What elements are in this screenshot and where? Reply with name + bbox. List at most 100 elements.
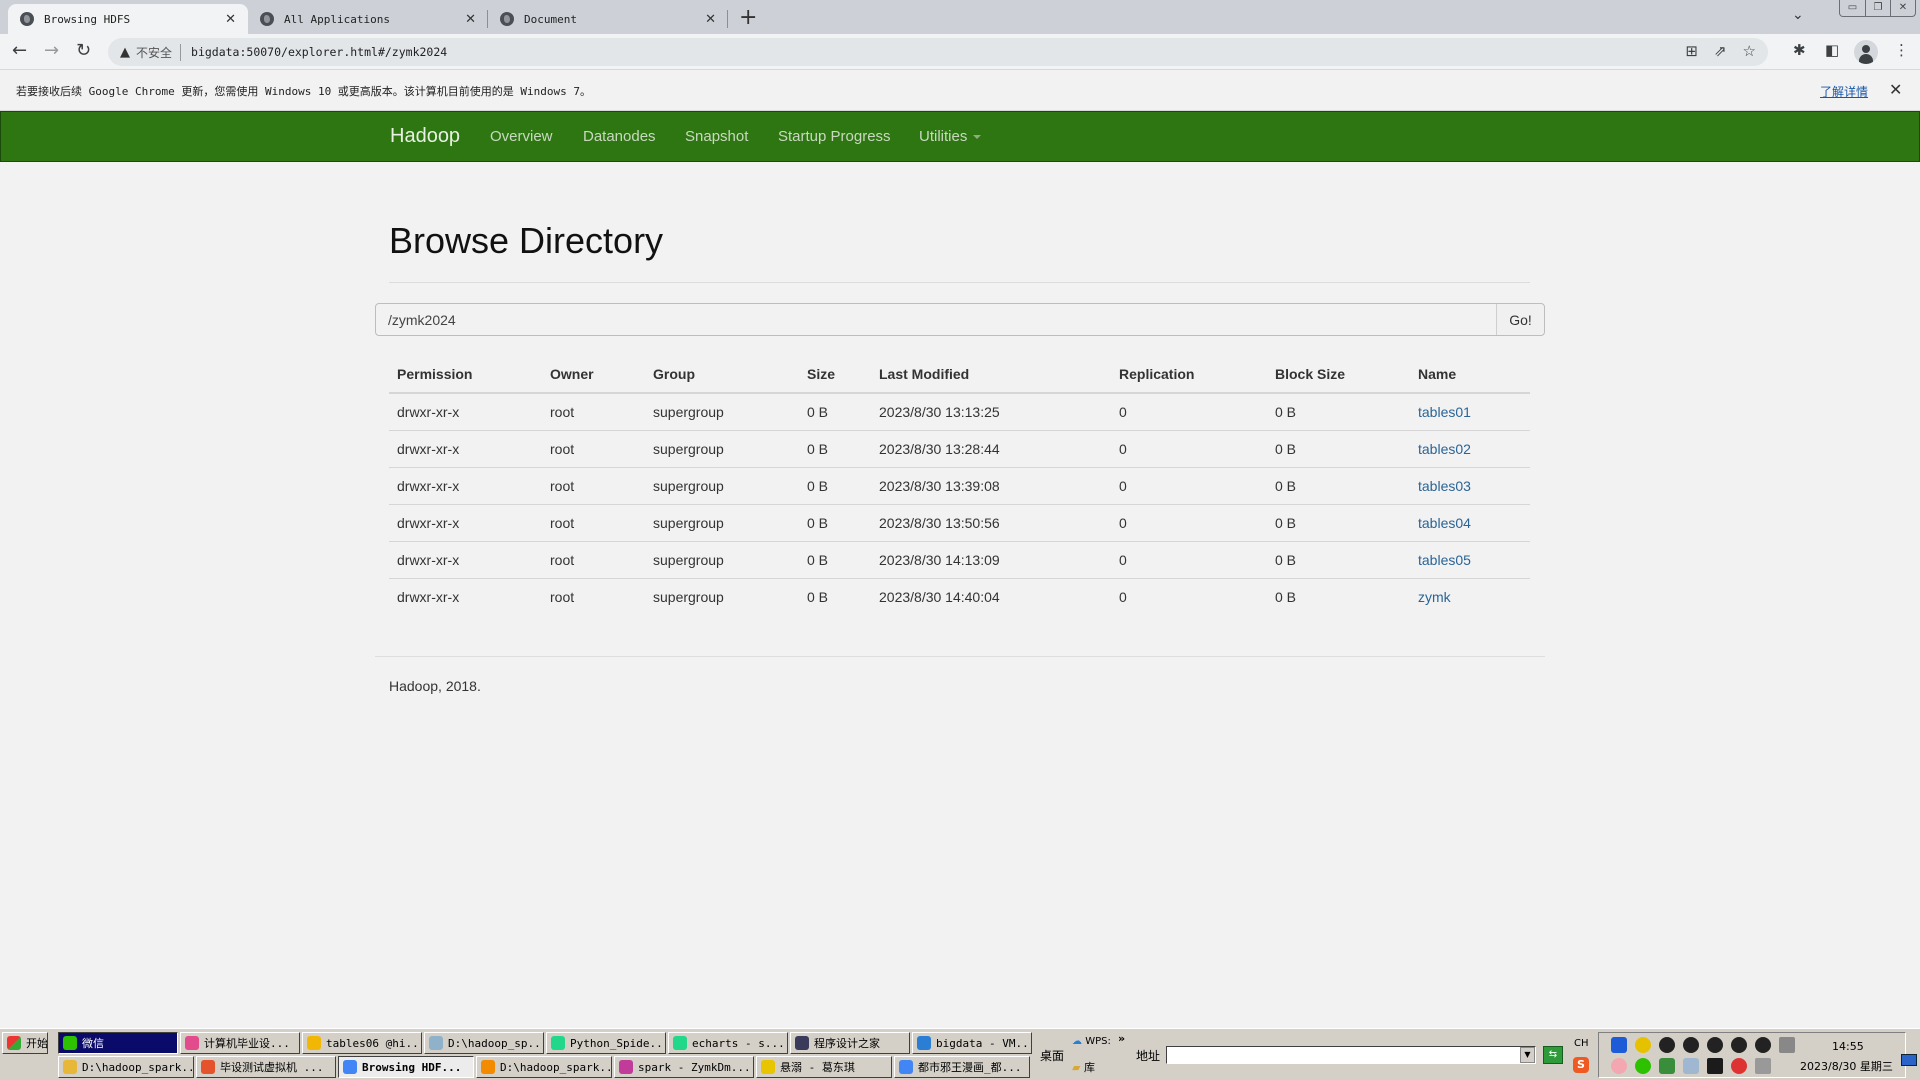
tab-search-chevron-icon[interactable]: ⌄ xyxy=(1792,7,1804,23)
chrome-menu-icon[interactable]: ⋮ xyxy=(1894,41,1909,59)
directory-link[interactable]: tables04 xyxy=(1418,515,1471,531)
reload-icon[interactable]: ↻ xyxy=(76,40,91,61)
tray-app-icon[interactable] xyxy=(1683,1058,1699,1074)
network-icon[interactable] xyxy=(1755,1058,1771,1074)
directory-path-input[interactable] xyxy=(376,304,1496,335)
directory-link[interactable]: tables03 xyxy=(1418,478,1471,494)
tab-all-applications[interactable]: All Applications ✕ xyxy=(248,4,488,34)
quicklaunch-desktop[interactable]: 桌面 xyxy=(1040,1047,1064,1064)
wechat-icon[interactable] xyxy=(1635,1058,1651,1074)
col-last-modified[interactable]: Last Modified xyxy=(871,355,1111,394)
security-shield-icon[interactable] xyxy=(1611,1037,1627,1053)
close-info-bar-icon[interactable]: ✕ xyxy=(1889,80,1902,99)
col-owner[interactable]: Owner xyxy=(542,355,645,394)
nav-startup-progress[interactable]: Startup Progress xyxy=(778,128,891,145)
quicklaunch-library[interactable]: ▰ 库 xyxy=(1072,1059,1095,1075)
directory-link[interactable]: tables05 xyxy=(1418,552,1471,568)
url-text[interactable]: bigdata:50070/explorer.html#/zymk2024 xyxy=(191,45,447,59)
restore-button[interactable]: ❐ xyxy=(1865,0,1890,16)
nvidia-icon[interactable] xyxy=(1707,1058,1723,1074)
ime-indicator[interactable]: CH xyxy=(1574,1038,1589,1049)
app-icon xyxy=(481,1060,495,1074)
col-group[interactable]: Group xyxy=(645,355,799,394)
taskbar-window-button[interactable]: Python_Spide... xyxy=(546,1032,666,1054)
taskbar-window-button[interactable]: 毕设测试虚拟机 ... xyxy=(196,1056,336,1078)
close-tab-icon[interactable]: ✕ xyxy=(225,12,236,27)
address-bar[interactable]: ▲ 不安全 bigdata:50070/explorer.html#/zymk2… xyxy=(108,38,1768,66)
taskbar-window-button[interactable]: 微信 xyxy=(58,1032,178,1054)
taskbar-address-input[interactable] xyxy=(1166,1046,1536,1064)
taskbar-window-button[interactable]: tables06 @hi... xyxy=(302,1032,422,1054)
volume-muted-icon[interactable] xyxy=(1731,1058,1747,1074)
close-tab-icon[interactable]: ✕ xyxy=(705,12,716,27)
usb-safe-remove-icon[interactable] xyxy=(1659,1058,1675,1074)
forward-arrow-icon[interactable]: → xyxy=(44,40,59,61)
go-button[interactable]: Go! xyxy=(1496,304,1544,335)
window-controls: ▭ ❐ ✕ xyxy=(1839,0,1916,17)
cell-size: 0 B xyxy=(799,393,871,431)
qq-icon[interactable] xyxy=(1731,1037,1747,1053)
quicklaunch-more-icon[interactable]: » xyxy=(1118,1032,1125,1045)
taskbar-window-button[interactable]: 悬溺 - 葛东琪 xyxy=(756,1056,892,1078)
tab-browsing-hdfs[interactable]: Browsing HDFS ✕ xyxy=(8,4,248,34)
qq-icon[interactable] xyxy=(1707,1037,1723,1053)
nav-datanodes[interactable]: Datanodes xyxy=(583,128,656,145)
taskbar-window-button[interactable]: spark - ZymkDm... xyxy=(614,1056,754,1078)
taskbar-window-label: Browsing HDF... xyxy=(362,1060,462,1074)
sogou-ime-icon[interactable]: S xyxy=(1573,1057,1589,1073)
taskbar-window-button[interactable]: bigdata - VM... xyxy=(912,1032,1032,1054)
quicklaunch-wps[interactable]: ☁ WPS: xyxy=(1072,1036,1111,1047)
nav-overview[interactable]: Overview xyxy=(490,128,553,145)
taskbar-window-button[interactable]: echarts - s... xyxy=(668,1032,788,1054)
tray-app-icon[interactable] xyxy=(1611,1058,1627,1074)
taskbar-window-button[interactable]: 程序设计之家 xyxy=(790,1032,910,1054)
tab-document[interactable]: Document ✕ xyxy=(488,4,728,34)
nav-snapshot[interactable]: Snapshot xyxy=(685,128,748,145)
security-label[interactable]: 不安全 xyxy=(136,43,182,61)
hadoop-brand-link[interactable]: Hadoop xyxy=(390,125,460,148)
taskbar-window-button[interactable]: Browsing HDF... xyxy=(338,1056,474,1078)
bookmark-star-icon[interactable]: ☆ xyxy=(1743,42,1756,60)
new-tab-button[interactable]: + xyxy=(739,5,757,30)
side-panel-icon[interactable]: ◧ xyxy=(1825,41,1839,59)
taskbar-window-button[interactable]: D:\hadoop_sp... xyxy=(424,1032,544,1054)
qq-icon[interactable] xyxy=(1755,1037,1771,1053)
translate-icon[interactable]: ⊞ xyxy=(1685,42,1698,60)
col-name[interactable]: Name xyxy=(1410,355,1530,394)
back-arrow-icon[interactable]: ← xyxy=(12,40,27,61)
device-icon[interactable] xyxy=(1779,1037,1795,1053)
clock-date[interactable]: 2023/8/30 星期三 xyxy=(1800,1058,1893,1074)
cell-replication: 0 xyxy=(1111,430,1267,468)
directory-link[interactable]: tables02 xyxy=(1418,441,1471,457)
qq-icon[interactable] xyxy=(1659,1037,1675,1053)
directory-link[interactable]: tables01 xyxy=(1418,404,1471,420)
taskbar-window-button[interactable]: 都市邪王漫画_都... xyxy=(894,1056,1030,1078)
address-dropdown-icon[interactable]: ▼ xyxy=(1520,1047,1535,1063)
address-go-icon[interactable]: ⇆ xyxy=(1543,1046,1563,1064)
close-tab-icon[interactable]: ✕ xyxy=(465,12,476,27)
app-icon xyxy=(343,1060,357,1074)
taskbar-window-label: 都市邪王漫画_都... xyxy=(918,1061,1022,1074)
nav-utilities-dropdown[interactable]: Utilities xyxy=(919,128,982,145)
taskbar-window-button[interactable]: D:\hadoop_spark... xyxy=(476,1056,612,1078)
learn-more-link[interactable]: 了解详情 xyxy=(1820,83,1868,100)
warning-triangle-icon[interactable]: ▲ xyxy=(120,45,130,60)
music-icon[interactable] xyxy=(1635,1037,1651,1053)
taskbar-window-button[interactable]: D:\hadoop_spark... xyxy=(58,1056,194,1078)
col-size[interactable]: Size xyxy=(799,355,871,394)
directory-link[interactable]: zymk xyxy=(1418,589,1451,605)
cloud-icon: ☁ xyxy=(1072,1036,1082,1047)
clock-time[interactable]: 14:55 xyxy=(1832,1040,1864,1053)
col-block-size[interactable]: Block Size xyxy=(1267,355,1410,394)
show-desktop-icon[interactable] xyxy=(1901,1054,1917,1066)
minimize-button[interactable]: ▭ xyxy=(1840,0,1865,16)
extensions-puzzle-icon[interactable]: ✱ xyxy=(1793,41,1806,59)
share-icon[interactable]: ⇗ xyxy=(1714,42,1727,60)
col-replication[interactable]: Replication xyxy=(1111,355,1267,394)
start-button[interactable]: 开始 xyxy=(2,1032,48,1054)
close-window-button[interactable]: ✕ xyxy=(1890,0,1915,16)
col-permission[interactable]: Permission xyxy=(389,355,542,394)
qq-icon[interactable] xyxy=(1683,1037,1699,1053)
taskbar-window-button[interactable]: 计算机毕业设... xyxy=(180,1032,300,1054)
profile-avatar-icon[interactable] xyxy=(1854,40,1878,64)
